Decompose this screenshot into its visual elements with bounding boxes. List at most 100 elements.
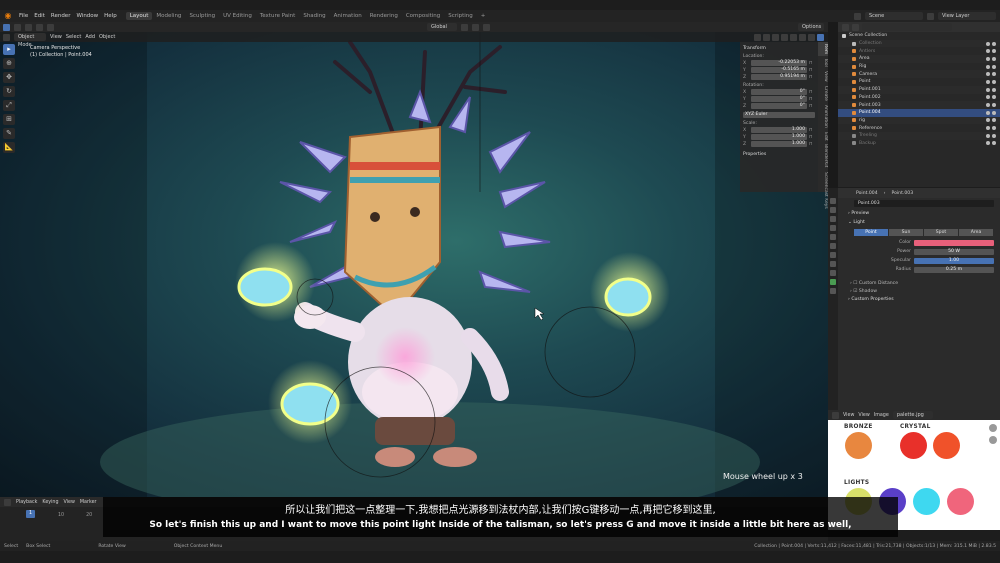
outliner-item[interactable]: rig [838, 116, 1000, 125]
outliner-filter-icon[interactable] [852, 23, 859, 31]
gizmo-icon[interactable] [763, 33, 770, 41]
rendered-shading-icon[interactable] [817, 33, 824, 41]
light-type-area[interactable]: Area [959, 229, 994, 236]
image-menu-view-2[interactable]: View [858, 413, 869, 418]
sidebar-tab-blenderkit[interactable]: BlenderKit [818, 142, 828, 169]
xray-icon[interactable] [781, 33, 788, 41]
lock-icon[interactable]: ⊓ [809, 68, 815, 73]
tab-compositing[interactable]: Compositing [402, 12, 444, 20]
visibility-icon[interactable] [754, 33, 761, 41]
select-box-tool-icon[interactable]: ▸ [3, 44, 15, 55]
options-dropdown[interactable]: Options [798, 23, 824, 31]
scale-y-row[interactable]: Y 1.000 ⊓ [743, 134, 815, 140]
tab-scripting[interactable]: Scripting [444, 12, 476, 20]
tab-modeling[interactable]: Modeling [152, 12, 185, 20]
eye-icon[interactable] [986, 118, 990, 123]
menu-file[interactable]: File [16, 13, 31, 19]
light-specular-field[interactable]: 1.00 [914, 257, 994, 264]
tab-uv-editing[interactable]: UV Editing [219, 12, 256, 20]
eye-icon[interactable] [986, 110, 990, 115]
snap-icon[interactable] [472, 23, 479, 31]
light-type-spot[interactable]: Spot [924, 229, 959, 236]
timeline-menu-playback[interactable]: Playback [16, 500, 37, 505]
outliner-item[interactable]: Point.003 [838, 101, 1000, 109]
outliner-item[interactable]: Reference [838, 124, 1000, 132]
world-tab-icon[interactable] [830, 243, 836, 249]
outliner-item[interactable]: Point.002 [838, 94, 1000, 102]
eye-icon[interactable] [986, 79, 990, 84]
constraints-tab-icon[interactable] [830, 270, 836, 276]
outliner-item[interactable]: Treeling [838, 131, 1000, 140]
location-y-field[interactable]: -0.5165 m [751, 67, 807, 73]
outliner-editor-icon[interactable] [842, 23, 849, 31]
outliner-search-input[interactable] [862, 23, 952, 31]
select-extend-icon[interactable] [14, 23, 21, 31]
light-radius-field[interactable]: 0.25 m [914, 266, 994, 273]
eye-icon[interactable] [986, 103, 990, 108]
shadow-panel[interactable]: › ☑ Shadow [838, 287, 1000, 295]
select-subtract-icon[interactable] [25, 23, 32, 31]
light-data-tab-icon[interactable] [830, 279, 836, 285]
camera-icon[interactable] [992, 64, 996, 69]
tab-sculpting[interactable]: Sculpting [185, 12, 219, 20]
camera-icon[interactable] [992, 118, 996, 123]
light-datablock-field[interactable]: Point.003 [854, 200, 994, 207]
camera-icon[interactable] [992, 72, 996, 77]
eye-icon[interactable] [986, 49, 990, 54]
location-z-row[interactable]: Z 0.95194 m ⊓ [743, 74, 815, 80]
location-x-field[interactable]: -0.22053 m [751, 60, 807, 66]
menu-edit[interactable]: Edit [31, 13, 48, 19]
camera-icon[interactable] [992, 103, 996, 108]
location-x-row[interactable]: X -0.22053 m ⊓ [743, 60, 815, 66]
rotation-mode-dropdown[interactable]: XYZ Euler [743, 112, 815, 118]
camera-icon[interactable] [992, 133, 996, 138]
light-type-point[interactable]: Point [854, 229, 889, 236]
rotation-y-row[interactable]: Y 0° ⊓ [743, 96, 815, 102]
tool-tab-icon[interactable] [830, 198, 836, 204]
camera-icon[interactable] [992, 87, 996, 92]
transform-tool-icon[interactable]: ⊞ [3, 114, 15, 125]
camera-icon[interactable] [992, 110, 996, 115]
viewport-menu-object[interactable]: Object [99, 34, 115, 40]
select-mode-icon[interactable] [3, 23, 10, 31]
lock-icon[interactable]: ⊓ [809, 104, 815, 109]
camera-icon[interactable] [992, 95, 996, 100]
tab-texture-paint[interactable]: Texture Paint [256, 12, 300, 20]
rotation-z-row[interactable]: Z 0° ⊓ [743, 103, 815, 109]
lock-icon[interactable]: ⊓ [809, 75, 815, 80]
lock-icon[interactable]: ⊓ [809, 97, 815, 102]
overlay-icon[interactable] [772, 33, 779, 41]
camera-icon[interactable] [992, 126, 996, 131]
scale-z-field[interactable]: 1.000 [751, 141, 807, 147]
outliner-item[interactable]: Point.001 [838, 85, 1000, 94]
tab-animation[interactable]: Animation [330, 12, 366, 20]
measure-tool-icon[interactable]: 📐 [3, 142, 15, 153]
timeline-menu-marker[interactable]: Marker [80, 500, 97, 505]
texture-tab-icon[interactable] [830, 288, 836, 294]
move-tool-icon[interactable]: ✥ [3, 72, 15, 83]
sidebar-tab-view[interactable]: View [818, 69, 828, 84]
outliner-item[interactable]: Camera [838, 70, 1000, 79]
sidebar-tab-create[interactable]: Create [818, 84, 828, 103]
outliner-item[interactable]: Point.004 [838, 108, 1000, 117]
light-panel-header[interactable]: ⌄ Light [838, 218, 1000, 227]
outliner-item[interactable]: Area [838, 55, 1000, 63]
cursor-tool-icon[interactable]: ⊕ [3, 58, 15, 69]
scene-selector[interactable]: Scene [865, 12, 923, 20]
mode-dropdown[interactable]: Object Mode [14, 33, 46, 48]
eye-icon[interactable] [986, 141, 990, 146]
eye-icon[interactable] [986, 41, 990, 46]
add-workspace-icon[interactable]: + [477, 12, 490, 20]
view-layer-selector[interactable]: View Layer [938, 12, 996, 20]
lock-icon[interactable]: ⊓ [809, 61, 815, 66]
camera-icon[interactable] [992, 49, 996, 54]
zoom-in-icon[interactable] [989, 424, 997, 432]
viewport-menu-select[interactable]: Select [66, 34, 81, 40]
pan-icon[interactable] [989, 436, 997, 444]
proportional-edit-icon[interactable] [483, 23, 490, 31]
custom-distance-panel[interactable]: › ☐ Custom Distance [838, 279, 1000, 287]
scene-tab-icon[interactable] [830, 234, 836, 240]
lock-icon[interactable]: ⊓ [809, 90, 815, 95]
physics-tab-icon[interactable] [830, 261, 836, 267]
light-type-sun[interactable]: Sun [889, 229, 924, 236]
